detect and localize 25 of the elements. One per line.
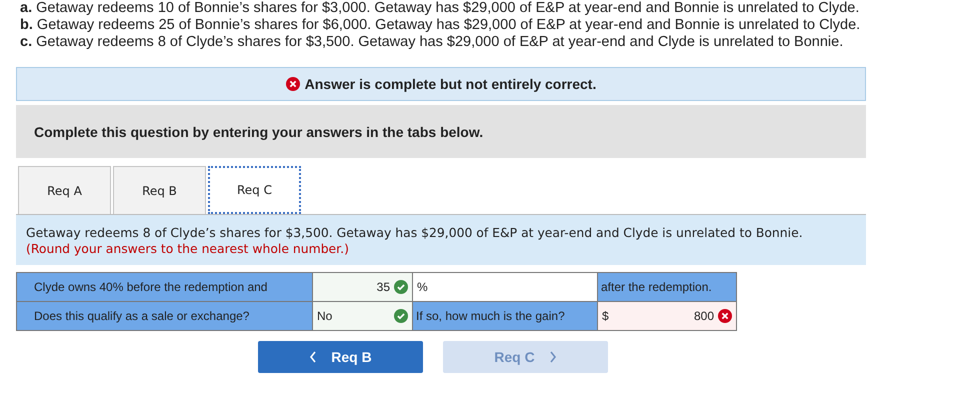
table-cell: % <box>412 272 598 302</box>
chevron-left-icon <box>309 351 318 363</box>
chevron-right-icon <box>548 351 557 363</box>
problem-line: a. Getaway redeems 10 of Bonnie’s shares for $3,000. Getaway has $29,000 of E&P at year-end and Bonnie is unrelated to Clyde. <box>20 0 860 17</box>
problem-line: c. Getaway redeems 8 of Clyde’s shares for $3,500. Getaway has $29,000 of E&P at year-end and Clyde is unrelated to Bonnie. <box>20 34 844 51</box>
tab[interactable]: Req B <box>113 166 206 214</box>
previous-button[interactable]: Req B <box>258 341 423 373</box>
currency-sign: $ <box>602 309 609 323</box>
tab[interactable]: Req A <box>18 166 111 214</box>
prompt-text: Getaway redeems 8 of Clyde’s shares for $3,500. Getaway has $29,000 of E&P at year-end and Clyde is unrelated to Bonnie. <box>26 225 804 241</box>
answer-value: No <box>317 309 334 323</box>
answer-value: 35 <box>376 280 390 294</box>
answer-field[interactable]: 35 <box>312 272 412 302</box>
answer-field[interactable]: No <box>312 302 412 330</box>
table-cell: If so, how much is the gain? <box>412 302 598 330</box>
problem-line: b. Getaway redeems 25 of Bonnie’s shares for $6,000. Getaway has $29,000 of E&P at year-end and Bonnie is unrelated to Clyde. <box>20 17 862 34</box>
answer-field[interactable]: $ 800 <box>598 302 736 330</box>
rounding-note: (Round your answers to the nearest whole number.) <box>26 241 350 257</box>
tab[interactable]: Req C <box>208 166 301 214</box>
instruction-text: Complete this question by entering your answers in the tabs below. <box>34 124 484 140</box>
result-message: Answer is complete but not entirely correct. <box>304 76 596 92</box>
answer-value: 800 <box>692 309 714 323</box>
table-cell: Clyde owns 40% before the redemption and <box>16 272 312 302</box>
table-cell: after the redemption. <box>598 272 736 302</box>
table-cell: Does this qualify as a sale or exchange? <box>16 302 312 330</box>
